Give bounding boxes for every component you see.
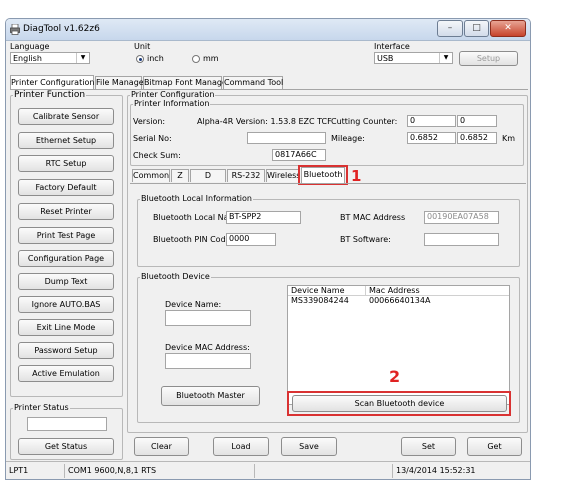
status-bar: LPT1 COM1 9600,N,8,1 RTS 13/4/2014 15:52… — [6, 461, 530, 479]
setup-button[interactable]: Setup — [459, 51, 518, 66]
printer-information-label: Printer Information — [133, 99, 211, 108]
mac-address-label: BT MAC Address — [340, 213, 406, 222]
interface-label: Interface — [374, 42, 410, 51]
minimize-button[interactable]: – — [437, 20, 463, 37]
annotation-box-1 — [298, 165, 348, 185]
tab-bitmap-font-manager[interactable]: Bitmap Font Manager — [143, 76, 230, 89]
bluetooth-device-label: Bluetooth Device — [140, 272, 211, 281]
pin-code-label: Bluetooth PIN Code — [153, 235, 231, 244]
row-device-name: MS339084244 — [291, 296, 349, 305]
unit-label: Unit — [134, 42, 151, 51]
reset-printer-button[interactable]: Reset Printer — [18, 203, 114, 220]
annotation-number-2: 2 — [389, 367, 401, 386]
device-mac-field[interactable] — [165, 353, 251, 369]
version-value: Alpha-4R Version: 1.53.8 EZC TCF — [197, 117, 332, 126]
ethernet-setup-button[interactable]: Ethernet Setup — [18, 132, 114, 149]
tab-d[interactable]: D — [190, 169, 226, 182]
save-button[interactable]: Save — [281, 437, 337, 456]
chevron-down-icon: ▼ — [439, 53, 452, 63]
annotation-box-2 — [287, 391, 511, 416]
column-header-device-name[interactable]: Device Name — [288, 286, 366, 296]
cutting-counter-field-1[interactable]: 0 — [407, 115, 456, 127]
load-button[interactable]: Load — [213, 437, 269, 456]
device-mac-label: Device MAC Address: — [165, 343, 250, 352]
cutting-counter-label: Cutting Counter: — [331, 117, 398, 126]
local-name-label: Bluetooth Local Nam — [153, 213, 237, 222]
printer-status-label: Printer Status — [13, 403, 70, 412]
subtab-divider — [130, 183, 526, 184]
bt-software-field[interactable] — [424, 233, 499, 246]
checksum-label: Check Sum: — [133, 151, 181, 160]
device-name-field[interactable] — [165, 310, 251, 326]
interface-value: USB — [377, 54, 394, 63]
unit-mm-radio[interactable] — [192, 55, 200, 63]
tab-rs232[interactable]: RS-232 — [227, 169, 265, 182]
tab-file-manager[interactable]: File Manager — [95, 76, 147, 89]
column-header-mac-address[interactable]: Mac Address — [366, 286, 509, 296]
checksum-field[interactable]: 0817A66C — [272, 149, 326, 161]
printer-status-field — [27, 417, 107, 431]
status-com: COM1 9600,N,8,1 RTS — [64, 464, 254, 478]
status-port: LPT1 — [9, 466, 29, 475]
language-select[interactable]: English ▼ — [10, 52, 90, 64]
serial-label: Serial No: — [133, 134, 172, 143]
language-label: Language — [10, 42, 50, 51]
chevron-down-icon: ▼ — [76, 53, 89, 63]
rtc-setup-button[interactable]: RTC Setup — [18, 155, 114, 172]
device-name-label: Device Name: — [165, 300, 222, 309]
printer-configuration-label: Printer Configuration — [130, 90, 216, 99]
unit-mm-label: mm — [203, 54, 219, 63]
printer-function-label: Printer Function — [13, 90, 87, 100]
set-button[interactable]: Set — [401, 437, 456, 456]
tab-divider — [10, 89, 528, 90]
factory-default-button[interactable]: Factory Default — [18, 179, 114, 196]
tab-z[interactable]: Z — [171, 169, 189, 182]
dump-text-button[interactable]: Dump Text — [18, 273, 114, 290]
app-window: DiagTool v1.62z6 – □ ✕ Language English … — [5, 18, 531, 480]
mileage-field-2[interactable]: 0.6852 — [457, 132, 497, 144]
mileage-unit: Km — [502, 134, 516, 143]
device-list[interactable]: Device Name Mac Address MS339084244 0006… — [287, 285, 510, 405]
close-button[interactable]: ✕ — [490, 20, 526, 37]
serial-field[interactable] — [247, 132, 326, 144]
exit-line-mode-button[interactable]: Exit Line Mode — [18, 319, 114, 336]
printer-icon — [10, 24, 20, 35]
mac-address-field[interactable]: 00190EA07A58 — [424, 211, 499, 224]
version-label: Version: — [133, 117, 166, 126]
tab-command-tool[interactable]: Command Tool — [223, 76, 283, 89]
cutting-counter-field-2[interactable]: 0 — [457, 115, 497, 127]
tab-common[interactable]: Common — [132, 169, 170, 182]
pin-code-field[interactable]: 0000 — [226, 233, 276, 246]
row-mac-address: 00066640134A — [369, 296, 431, 305]
unit-inch-radio[interactable] — [136, 55, 144, 63]
window-title: DiagTool v1.62z6 — [23, 24, 100, 34]
password-setup-button[interactable]: Password Setup — [18, 342, 114, 359]
status-empty — [254, 464, 392, 478]
tab-wireless[interactable]: Wireless — [266, 169, 300, 182]
mileage-label: Mileage: — [331, 134, 365, 143]
interface-select[interactable]: USB ▼ — [374, 52, 453, 64]
status-datetime: 13/4/2014 15:52:31 — [392, 464, 528, 478]
print-test-page-button[interactable]: Print Test Page — [18, 227, 114, 244]
language-value: English — [13, 54, 42, 63]
table-row[interactable]: MS339084244 00066640134A — [288, 296, 509, 306]
get-status-button[interactable]: Get Status — [18, 438, 114, 455]
bt-software-label: BT Software: — [340, 235, 391, 244]
tab-printer-configuration[interactable]: Printer Configuration — [10, 75, 94, 89]
maximize-button[interactable]: □ — [464, 20, 489, 37]
clear-button[interactable]: Clear — [134, 437, 189, 456]
local-name-field[interactable]: BT-SPP2 — [226, 211, 301, 224]
ignore-autobas-button[interactable]: Ignore AUTO.BAS — [18, 296, 114, 313]
get-button[interactable]: Get — [467, 437, 522, 456]
mileage-field-1[interactable]: 0.6852 — [407, 132, 456, 144]
configuration-page-button[interactable]: Configuration Page — [18, 250, 114, 267]
title-bar: DiagTool v1.62z6 – □ ✕ — [6, 19, 530, 41]
active-emulation-button[interactable]: Active Emulation — [18, 365, 114, 382]
bluetooth-master-button[interactable]: Bluetooth Master — [161, 386, 260, 406]
calibrate-sensor-button[interactable]: Calibrate Sensor — [18, 108, 114, 125]
unit-inch-label: inch — [147, 54, 164, 63]
bluetooth-local-label: Bluetooth Local Information — [140, 194, 253, 203]
